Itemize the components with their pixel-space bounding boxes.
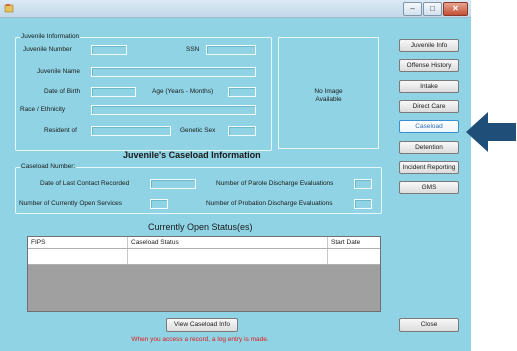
parole-discharge-label: Number of Parole Discharge Evaluations: [216, 180, 334, 187]
minimize-button[interactable]: –: [403, 2, 422, 16]
incident-reporting-button[interactable]: Incident Reporting: [399, 161, 459, 174]
no-image-text: No Image Available: [279, 88, 378, 104]
column-header-caseload-status[interactable]: Caseload Status: [128, 237, 328, 248]
close-window-button[interactable]: ✕: [443, 2, 468, 16]
open-services-label: Number of Currently Open Services: [19, 200, 122, 207]
age-label: Age (Years - Months): [152, 88, 214, 95]
juvenile-number-label: Juvenile Number: [23, 46, 72, 53]
caseload-button[interactable]: Caseload: [399, 120, 459, 133]
open-status-grid[interactable]: FIPS Caseload Status Start Date: [27, 236, 381, 312]
intake-button[interactable]: Intake: [399, 80, 459, 93]
column-header-start-date[interactable]: Start Date: [328, 237, 380, 248]
grid-row[interactable]: [28, 249, 380, 265]
date-of-birth-field[interactable]: [91, 87, 136, 97]
log-entry-note: When you access a record, a log entry is…: [131, 336, 269, 343]
date-of-birth-label: Date of Birth: [44, 88, 81, 95]
photo-placeholder: No Image Available: [278, 37, 379, 149]
grid-cell-caseload-status[interactable]: [128, 249, 328, 264]
probation-discharge-field[interactable]: [354, 199, 372, 209]
open-services-field[interactable]: [150, 199, 168, 209]
juvenile-name-field[interactable]: [91, 67, 256, 77]
caseload-heading: Juvenile's Caseload Information: [123, 150, 261, 160]
no-image-line1: No Image: [314, 88, 343, 95]
probation-discharge-label: Number of Probation Discharge Evaluation…: [206, 200, 333, 207]
app-icon: [4, 4, 14, 13]
view-caseload-info-button[interactable]: View Caseload Info: [166, 318, 238, 332]
genetic-sex-field[interactable]: [228, 126, 256, 136]
race-ethnicity-field[interactable]: [91, 105, 256, 115]
last-contact-field[interactable]: [150, 179, 196, 189]
age-field[interactable]: [228, 87, 256, 97]
juvenile-info-button[interactable]: Juvenile Info: [399, 39, 459, 52]
resident-of-field[interactable]: [91, 126, 171, 136]
open-status-heading: Currently Open Status(es): [148, 222, 253, 232]
direct-care-button[interactable]: Direct Care: [399, 100, 459, 113]
detention-button[interactable]: Detention: [399, 141, 459, 154]
title-bar: – □ ✕: [0, 0, 471, 18]
genetic-sex-label: Genetic Sex: [180, 127, 216, 134]
caseload-window: – □ ✕ Juvenile Information Juvenile Numb…: [0, 0, 471, 351]
last-contact-label: Date of Last Contact Recorded: [40, 180, 130, 187]
race-ethnicity-label: Race / Ethnicity: [20, 106, 66, 113]
grid-cell-fips[interactable]: [28, 249, 128, 264]
parole-discharge-field[interactable]: [354, 179, 372, 189]
no-image-line2: Available: [315, 96, 342, 103]
grid-cell-start-date[interactable]: [328, 249, 380, 264]
arrow-pointer-icon: [466, 112, 516, 152]
grid-header: FIPS Caseload Status Start Date: [28, 237, 380, 249]
juvenile-name-label: Juvenile Name: [37, 68, 80, 75]
column-header-fips[interactable]: FIPS: [28, 237, 128, 248]
ssn-label: SSN: [186, 46, 200, 53]
juvenile-info-legend: Juvenile Information: [20, 33, 81, 41]
ssn-field[interactable]: [206, 45, 256, 55]
resident-of-label: Resident of: [44, 127, 77, 134]
close-button[interactable]: Close: [399, 318, 459, 332]
maximize-button[interactable]: □: [423, 2, 442, 16]
offense-history-button[interactable]: Offense History: [399, 59, 459, 72]
caseload-number-label: Caseload Number:: [20, 163, 77, 171]
juvenile-number-field[interactable]: [91, 45, 127, 55]
gms-button[interactable]: GMS: [399, 181, 459, 194]
